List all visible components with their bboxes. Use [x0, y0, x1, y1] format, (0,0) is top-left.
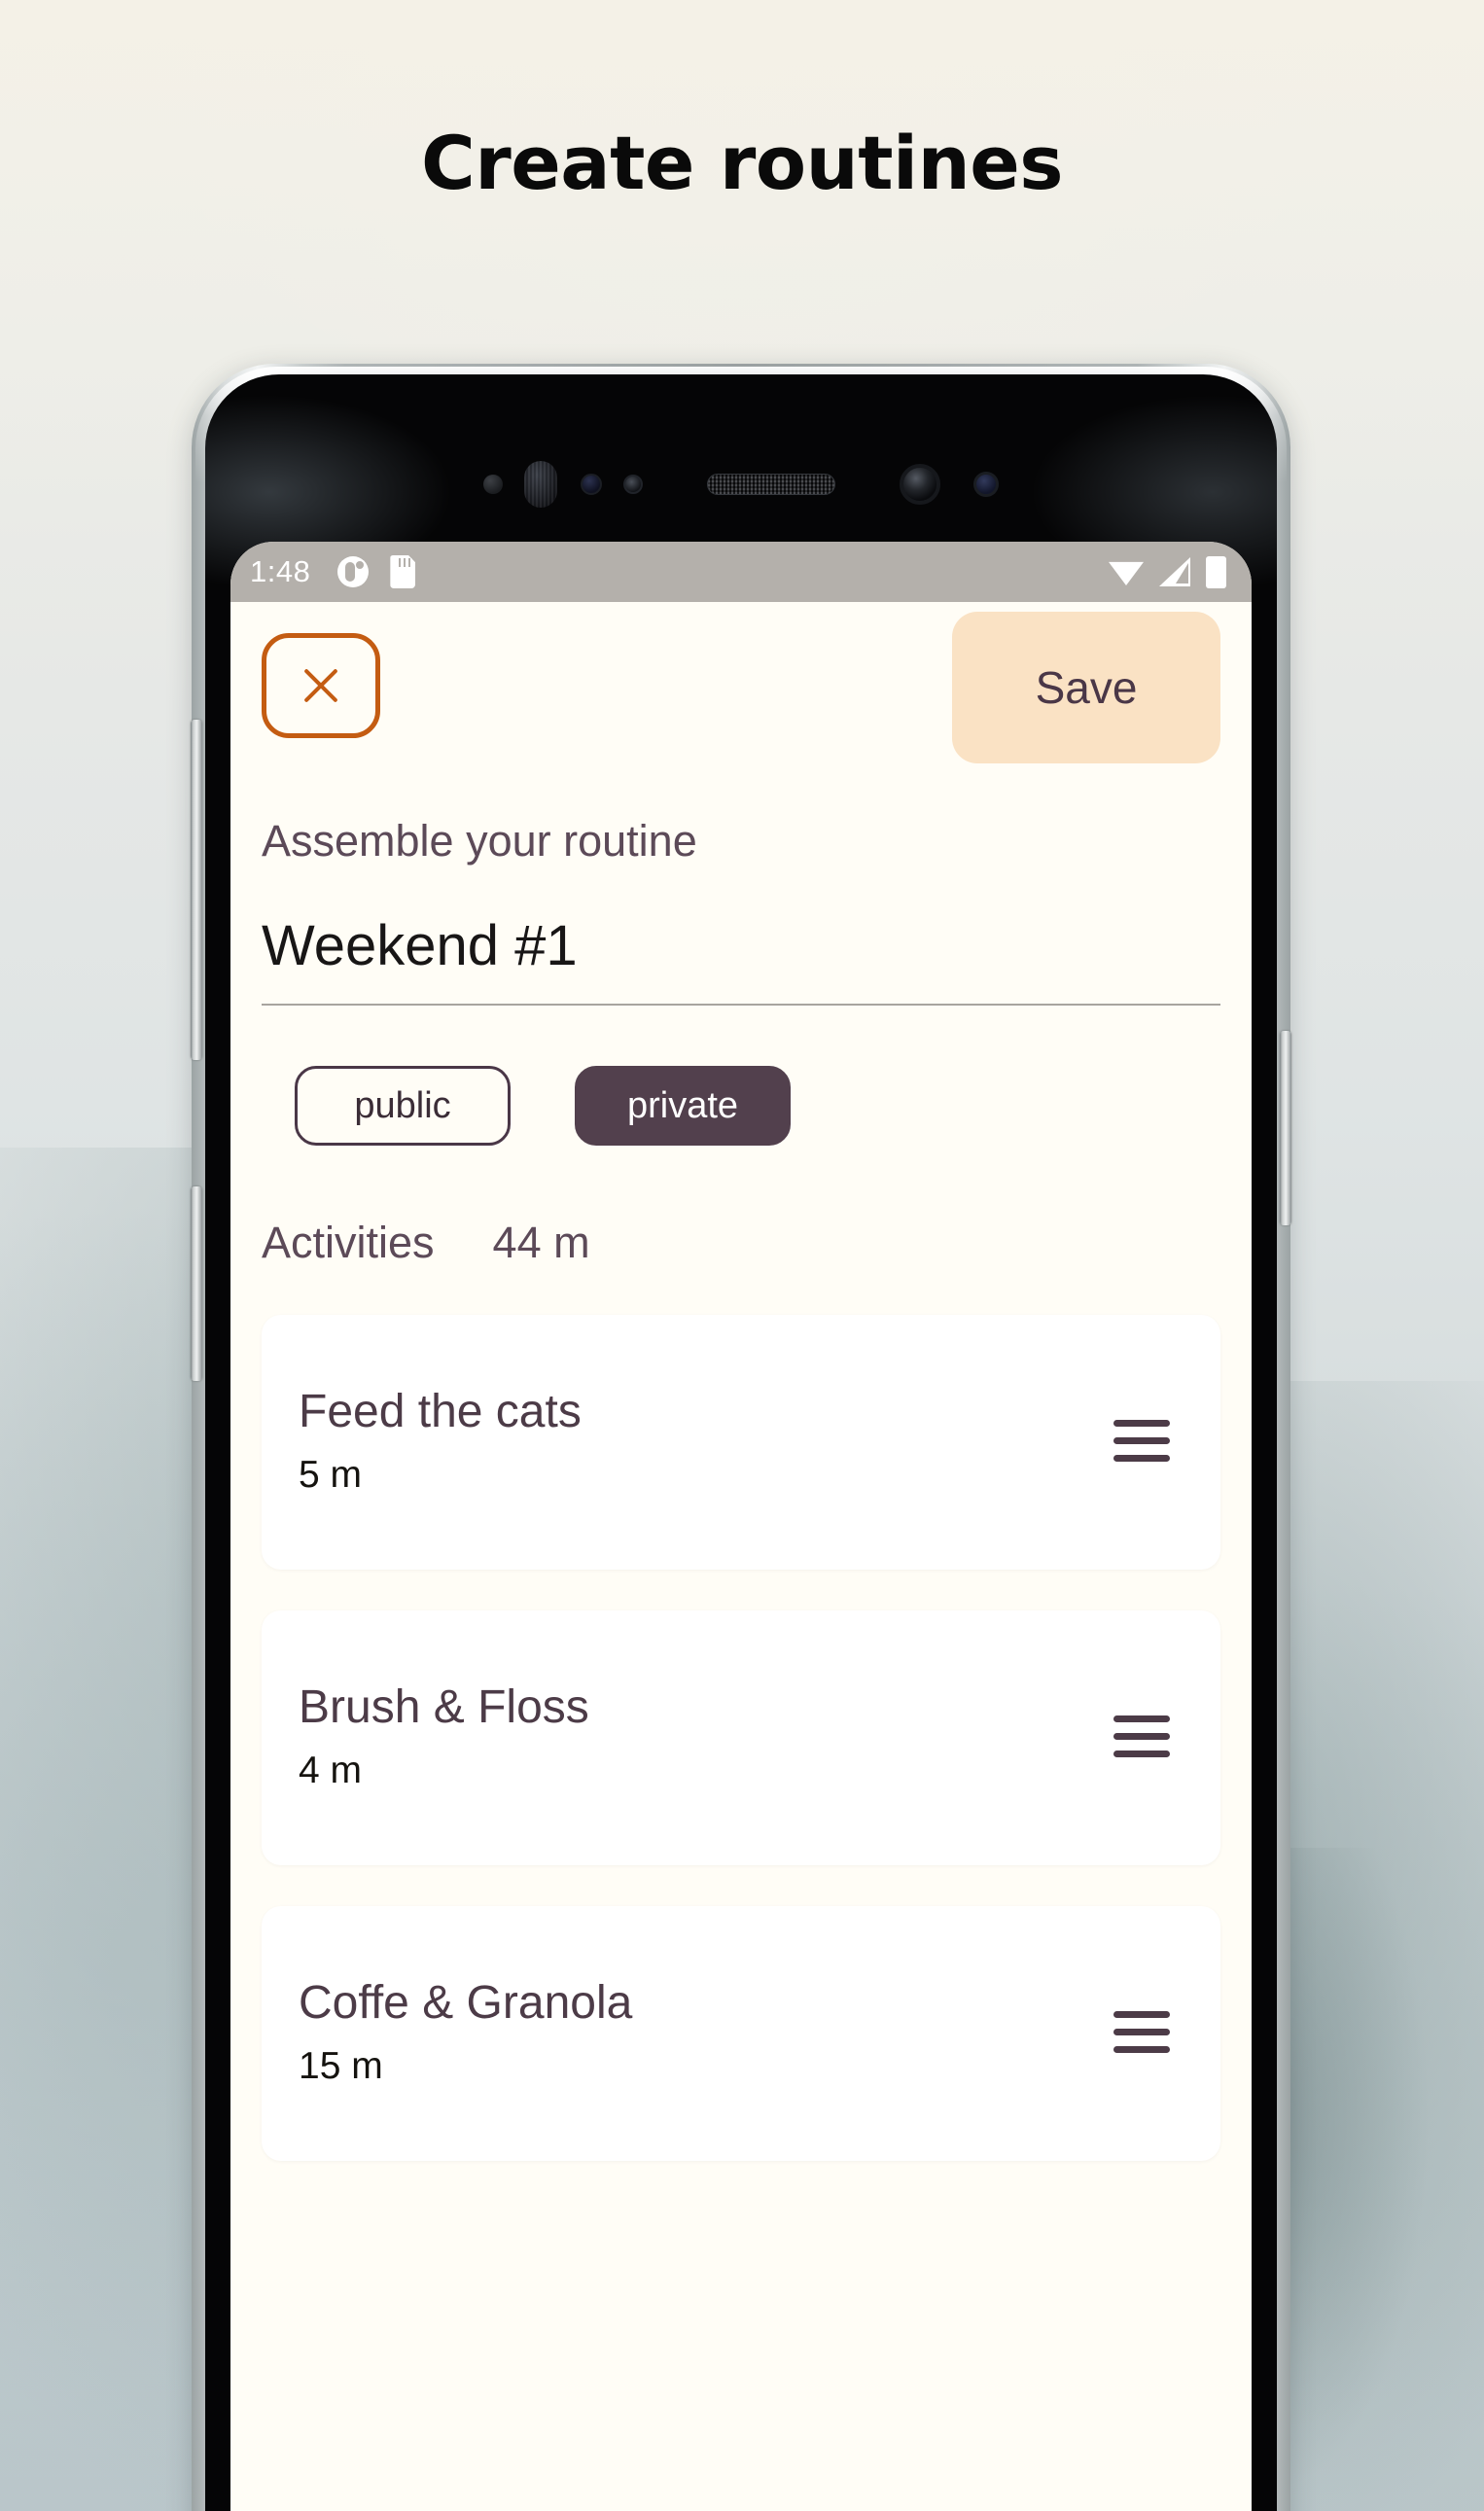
phone-glass: 1:48 Save Assemble your routine Weekend … — [205, 374, 1277, 2511]
light-sensor-icon — [581, 474, 602, 495]
routine-name-input[interactable]: Weekend #1 — [262, 913, 1220, 1000]
drag-handle-icon[interactable] — [1113, 1419, 1170, 1462]
power-button[interactable] — [1280, 1031, 1291, 1225]
activities-label: Activities — [262, 1218, 435, 1267]
status-bar-right-icons — [1109, 555, 1226, 588]
secondary-camera-icon — [973, 472, 999, 497]
section-label: Assemble your routine — [262, 816, 697, 866]
status-bar: 1:48 — [230, 542, 1252, 602]
activity-duration: 4 m — [299, 1749, 363, 1791]
page-title: Create routines — [421, 120, 1064, 206]
app-body: Save Assemble your routine Weekend #1 pu… — [230, 602, 1252, 2161]
activity-duration: 5 m — [299, 1453, 363, 1496]
visibility-toggle-group: public private — [262, 1066, 1220, 1146]
app-top-bar: Save — [262, 602, 1220, 763]
ir-emitter-icon — [623, 475, 643, 494]
wifi-icon — [1109, 561, 1144, 585]
activity-text: Feed the cats 5 m — [299, 1385, 582, 1497]
activity-text: Brush & Floss 4 m — [299, 1680, 589, 1792]
close-icon — [299, 663, 343, 708]
activity-list: Feed the cats 5 m Brush & Floss 4 m Coff… — [262, 1315, 1220, 2161]
activity-duration: 15 m — [299, 2044, 383, 2087]
activity-card[interactable]: Coffe & Granola 15 m — [262, 1906, 1220, 2161]
routine-name-underline — [262, 1004, 1220, 1006]
status-bar-clock: 1:48 — [250, 554, 311, 588]
visibility-option-public[interactable]: public — [295, 1066, 511, 1146]
proximity-sensor-icon — [483, 475, 503, 494]
iris-scanner-icon — [524, 461, 557, 508]
activity-card[interactable]: Brush & Floss 4 m — [262, 1610, 1220, 1865]
activity-card[interactable]: Feed the cats 5 m — [262, 1315, 1220, 1570]
app-circle-icon — [337, 556, 370, 587]
volume-button[interactable] — [191, 720, 202, 1060]
phone-mockup: 1:48 Save Assemble your routine Weekend … — [191, 364, 1291, 2511]
activities-total-duration: 44 m — [492, 1218, 590, 1267]
app-screen: 1:48 Save Assemble your routine Weekend … — [230, 542, 1252, 2511]
drag-handle-icon[interactable] — [1113, 1715, 1170, 1757]
activity-title: Coffe & Granola — [299, 1976, 633, 2029]
drag-handle-icon[interactable] — [1113, 2010, 1170, 2053]
save-button[interactable]: Save — [952, 612, 1220, 763]
earpiece-speaker-icon — [707, 474, 835, 495]
battery-icon — [1206, 555, 1226, 588]
bixby-button[interactable] — [191, 1186, 202, 1381]
visibility-option-private[interactable]: private — [575, 1066, 791, 1146]
status-bar-left-icons — [337, 555, 416, 588]
activity-title: Feed the cats — [299, 1385, 582, 1437]
sd-card-icon — [390, 555, 416, 588]
cellular-signal-icon — [1159, 557, 1190, 586]
activities-header: Activities 44 m — [262, 1218, 1220, 1268]
close-button[interactable] — [262, 633, 380, 738]
activity-title: Brush & Floss — [299, 1680, 589, 1733]
front-camera-icon — [900, 464, 940, 505]
sensor-cluster — [205, 458, 1277, 511]
activity-text: Coffe & Granola 15 m — [299, 1976, 632, 2088]
